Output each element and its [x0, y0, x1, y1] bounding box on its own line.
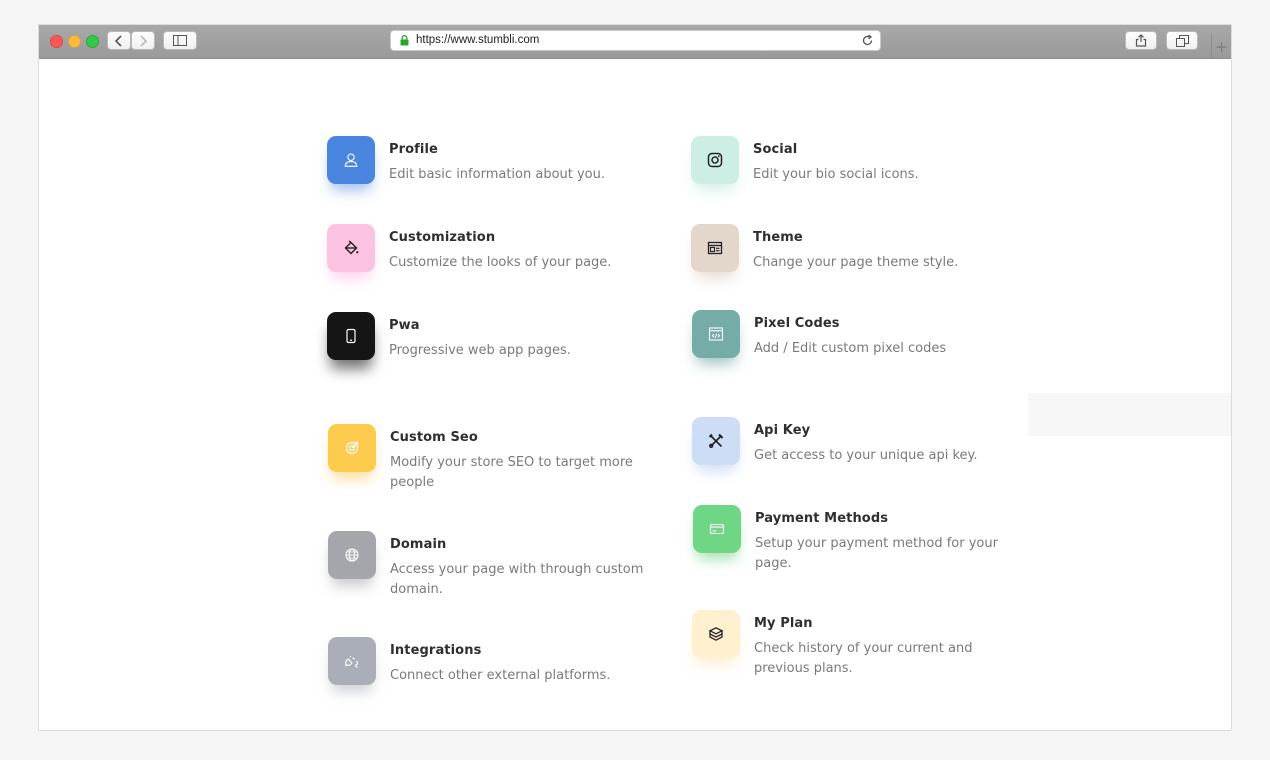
- item-title: Social: [753, 142, 798, 157]
- paint-bucket-icon: [327, 224, 375, 272]
- lock-icon: [400, 35, 409, 46]
- maximize-window-button[interactable]: [86, 35, 99, 48]
- globe-icon: [328, 531, 376, 579]
- share-icon: [1135, 34, 1147, 47]
- item-description: Progressive web app pages.: [389, 343, 571, 358]
- item-description: Setup your payment method for your page.: [755, 536, 998, 571]
- minimize-window-button[interactable]: [68, 35, 81, 48]
- tabs-icon: [1175, 34, 1189, 47]
- item-title: Customization: [389, 230, 496, 245]
- instagram-icon: [691, 136, 739, 184]
- user-icon: [327, 136, 375, 184]
- back-button[interactable]: [107, 31, 131, 50]
- mobile-icon: [327, 312, 375, 360]
- item-title: Domain: [390, 537, 447, 552]
- browser-window: https://www.stumbli.com + Profile Edit b…: [39, 25, 1231, 730]
- background-panel: [1028, 393, 1231, 436]
- target-icon: [328, 424, 376, 472]
- chevron-right-icon: [140, 34, 148, 47]
- reload-icon[interactable]: [861, 34, 874, 47]
- item-description: Access your page with through custom dom…: [390, 562, 644, 597]
- page-content: Profile Edit basic information about you…: [39, 59, 1231, 730]
- close-window-button[interactable]: [50, 35, 63, 48]
- item-title: Integrations: [390, 643, 482, 658]
- share-button[interactable]: [1125, 31, 1157, 50]
- item-description: Get access to your unique api key.: [754, 448, 978, 463]
- chevron-left-icon: [114, 34, 122, 47]
- browser-toolbar: https://www.stumbli.com +: [39, 25, 1231, 59]
- tools-icon: [692, 417, 740, 465]
- item-description: Customize the looks of your page.: [389, 255, 612, 270]
- box-icon: [692, 610, 740, 658]
- credit-card-icon: [693, 505, 741, 553]
- item-title: Pixel Codes: [754, 316, 840, 331]
- item-title: Pwa: [389, 318, 420, 333]
- item-description: Check history of your current and previo…: [754, 641, 973, 676]
- url-text: https://www.stumbli.com: [416, 34, 540, 46]
- new-tab-button[interactable]: +: [1211, 35, 1231, 58]
- address-bar[interactable]: https://www.stumbli.com: [390, 30, 881, 51]
- item-title: Theme: [753, 230, 803, 245]
- forward-button[interactable]: [131, 31, 155, 50]
- sidebar-toggle-button[interactable]: [163, 31, 197, 50]
- sidebar-icon: [173, 35, 187, 46]
- item-description: Modify your store SEO to target more peo…: [390, 455, 633, 490]
- tabs-overview-button[interactable]: [1166, 31, 1198, 50]
- item-title: My Plan: [754, 616, 813, 631]
- item-title: Profile: [389, 142, 438, 157]
- item-description: Edit your bio social icons.: [753, 167, 919, 182]
- item-description: Change your page theme style.: [753, 255, 959, 270]
- item-description: Add / Edit custom pixel codes: [754, 341, 947, 356]
- item-title: Custom Seo: [390, 430, 478, 445]
- item-title: Payment Methods: [755, 511, 889, 526]
- item-description: Edit basic information about you.: [389, 167, 606, 182]
- plug-icon: [328, 637, 376, 685]
- layout-icon: [691, 224, 739, 272]
- code-window-icon: [692, 310, 740, 358]
- item-title: Api Key: [754, 423, 811, 438]
- item-description: Connect other external platforms.: [390, 668, 611, 683]
